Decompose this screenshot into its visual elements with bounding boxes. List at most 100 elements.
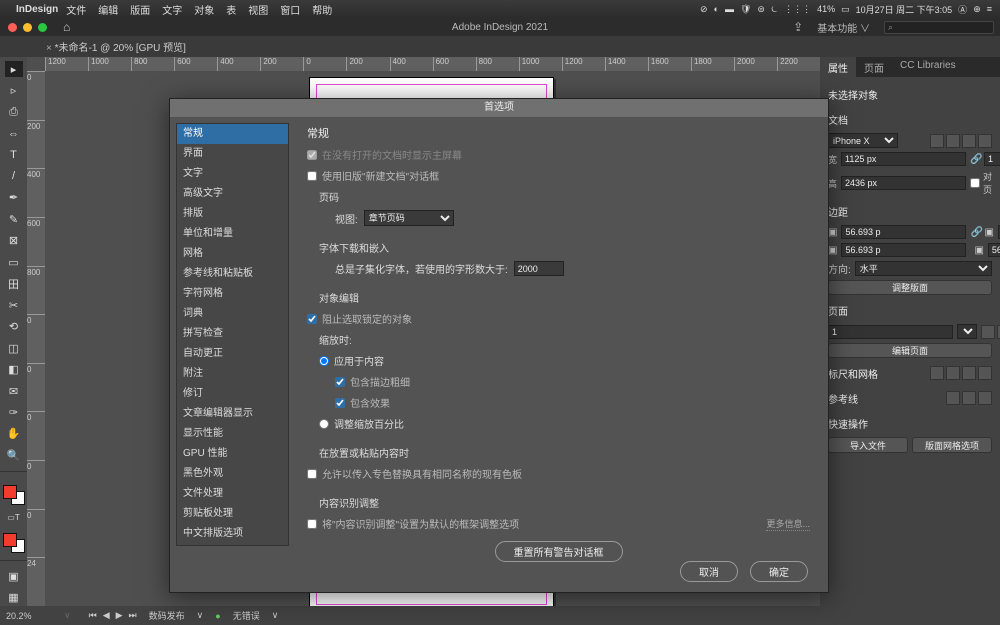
allow-swatch-checkbox[interactable] (307, 469, 317, 479)
menu-view[interactable]: 视图 (248, 2, 268, 17)
pages-input[interactable] (984, 152, 1000, 166)
margin-bottom-input[interactable] (841, 243, 966, 257)
grid-icon-1[interactable] (930, 366, 944, 380)
publish-label[interactable]: 数码发布 (149, 609, 185, 622)
width-input[interactable] (841, 152, 966, 166)
tray-icon[interactable]: Ⓐ (958, 3, 967, 16)
orient-select[interactable]: 水平 (855, 261, 992, 276)
sb-clipboard[interactable]: 剪贴板处理 (177, 504, 288, 524)
tray-icon[interactable]: ⏾ (771, 4, 778, 15)
sb-adv-type[interactable]: 高级文字 (177, 184, 288, 204)
sb-dictionary[interactable]: 词典 (177, 304, 288, 324)
link-wh-icon[interactable]: 🔗 (970, 154, 980, 165)
search-input[interactable] (884, 21, 994, 34)
sb-general[interactable]: 常规 (177, 124, 288, 144)
note-tool[interactable]: ✉ (5, 383, 23, 399)
nav-next-icon[interactable]: ▶ (116, 610, 123, 621)
preset-select[interactable]: iPhone X (828, 133, 898, 148)
nav-prev-icon[interactable]: ◀ (103, 610, 110, 621)
sb-cjk[interactable]: 中文排版选项 (177, 524, 288, 544)
tray-icon[interactable]: ⊘ (700, 4, 708, 15)
preflight-label[interactable]: 无错误 (233, 609, 260, 622)
font-threshold-input[interactable] (514, 261, 564, 276)
sb-guides[interactable]: 参考线和粘贴板 (177, 264, 288, 284)
tab-cc-libraries[interactable]: CC Libraries (892, 57, 964, 77)
zoom-tool[interactable]: 🔍 (5, 447, 23, 463)
sb-type[interactable]: 文字 (177, 164, 288, 184)
pencil-tool[interactable]: ✎ (5, 211, 23, 227)
menu-edit[interactable]: 编辑 (98, 2, 118, 17)
doc-tab[interactable]: × *未命名-1 @ 20% [GPU 预览] (30, 39, 196, 54)
guides-icon-3[interactable] (978, 391, 992, 405)
rectangle-tool[interactable]: ▭ (5, 254, 23, 270)
scale-stroke-checkbox[interactable] (335, 377, 345, 387)
orient-landscape-icon[interactable] (946, 134, 960, 148)
minimize-button[interactable] (23, 23, 32, 32)
eyedropper-tool[interactable]: ✑ (5, 404, 23, 420)
sb-grids[interactable]: 网格 (177, 244, 288, 264)
adjust-layout-button[interactable]: 调整版面 (828, 280, 992, 295)
tab-close-icon[interactable]: × (46, 43, 52, 54)
type-tool[interactable]: T (5, 147, 23, 163)
page-tool[interactable]: ⎙ (5, 104, 23, 120)
share-icon[interactable]: ⇪ (793, 20, 803, 34)
prevent-locked-checkbox[interactable] (307, 314, 317, 324)
more-info-link[interactable]: 更多信息... (766, 517, 810, 531)
menu-window[interactable]: 窗口 (280, 2, 300, 17)
ok-button[interactable]: 确定 (750, 561, 808, 582)
rectangle-frame-tool[interactable]: ⊠ (5, 233, 23, 249)
nav-first-icon[interactable]: ⏮ (89, 610, 97, 621)
facing-checkbox[interactable] (970, 178, 980, 188)
sb-notes[interactable]: 附注 (177, 364, 288, 384)
line-tool[interactable]: / (5, 168, 23, 184)
legacy-new-checkbox[interactable] (307, 171, 317, 181)
close-button[interactable] (8, 23, 17, 32)
tray-icon[interactable]: ⊕ (973, 4, 981, 15)
nav-last-icon[interactable]: ⏭ (129, 610, 137, 621)
new-page-icon[interactable] (981, 325, 995, 339)
gradient-feather-tool[interactable]: ◧ (5, 361, 23, 377)
cancel-button[interactable]: 取消 (680, 561, 738, 582)
tray-icon[interactable]: ≡ (987, 4, 992, 14)
cai-default-checkbox[interactable] (307, 519, 317, 529)
edit-pages-button[interactable]: 编辑页面 (828, 343, 992, 358)
selection-tool[interactable]: ▸ (5, 61, 23, 77)
direct-selection-tool[interactable]: ▹ (5, 82, 23, 98)
sb-gpu[interactable]: GPU 性能 (177, 444, 288, 464)
menu-object[interactable]: 对象 (194, 2, 214, 17)
maximize-button[interactable] (38, 23, 47, 32)
reset-warnings-button[interactable]: 重置所有警告对话框 (495, 541, 623, 562)
menu-type[interactable]: 文字 (162, 2, 182, 17)
zoom-level[interactable]: 20.2% (6, 611, 52, 621)
height-input[interactable] (841, 176, 966, 190)
link-margins-icon[interactable]: 🔗 (970, 227, 980, 238)
page-num-view-select[interactable]: 章节页码 (364, 210, 454, 226)
sb-display-perf[interactable]: 显示性能 (177, 424, 288, 444)
tab-properties[interactable]: 属性 (820, 57, 856, 77)
tab-pages[interactable]: 页面 (856, 57, 892, 77)
gradient-swatch-tool[interactable]: ◫ (5, 340, 23, 356)
workspace-switcher[interactable]: 基本功能 ∨ (813, 20, 874, 35)
sb-file-handling[interactable]: 文件处理 (177, 484, 288, 504)
sb-interface[interactable]: 界面 (177, 144, 288, 164)
battery-icon[interactable]: ▭ (841, 4, 850, 15)
page-nav-select[interactable] (957, 324, 977, 339)
gap-tool[interactable]: ⇔ (5, 125, 23, 141)
margin-top-input[interactable] (841, 225, 966, 239)
pen-tool[interactable]: ✒ (5, 190, 23, 206)
orient-portrait-icon[interactable] (930, 134, 944, 148)
view-mode-preview[interactable]: ▦ (5, 590, 23, 606)
tray-icon[interactable]: ▬ (725, 4, 734, 14)
menu-table[interactable]: 表 (226, 2, 236, 17)
free-transform-tool[interactable]: ⟲ (5, 318, 23, 334)
hand-tool[interactable]: ✋ (5, 426, 23, 442)
scissors-tool[interactable]: ✂ (5, 297, 23, 313)
binding-ltr-icon[interactable] (962, 134, 976, 148)
sb-units[interactable]: 单位和增量 (177, 224, 288, 244)
sb-spelling[interactable]: 拼写检查 (177, 324, 288, 344)
tray-icon[interactable]: ◐ (714, 4, 719, 14)
tray-icon[interactable]: 🛡 (740, 4, 751, 15)
sb-autocorrect[interactable]: 自动更正 (177, 344, 288, 364)
scale-content-radio[interactable] (319, 356, 329, 366)
default-colors[interactable] (3, 533, 25, 553)
